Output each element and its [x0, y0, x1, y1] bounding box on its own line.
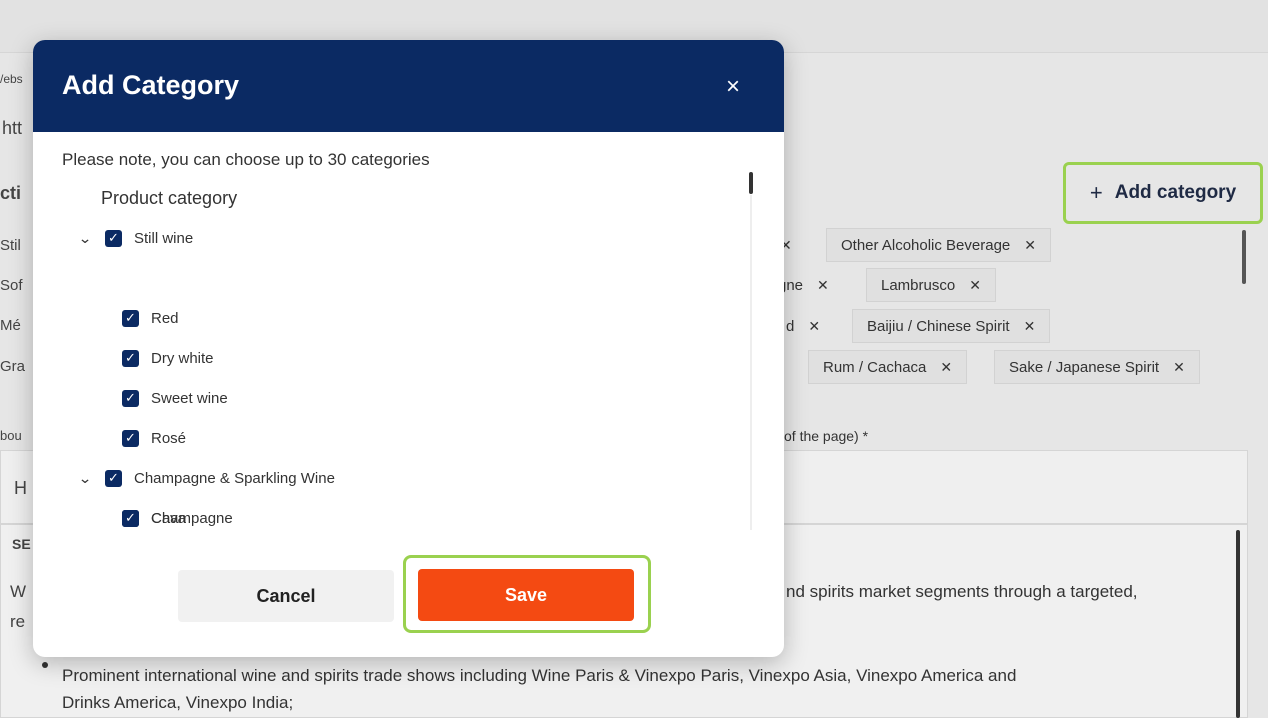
chevron-down-icon[interactable]: ⌄ — [78, 230, 92, 247]
checkbox-checked[interactable]: ✓ — [105, 229, 122, 247]
chip-label: Rum / Cachaca — [823, 358, 927, 376]
category-limit-note: Please note, you can choose up to 30 cat… — [62, 150, 430, 169]
chip-label: Sake / Japanese Spirit — [1009, 358, 1160, 376]
plus-icon: + — [1089, 180, 1103, 205]
remove-chip-icon[interactable]: ✕ — [940, 359, 952, 376]
item-label: Dry white — [151, 349, 214, 367]
add-category-button[interactable]: + Add category — [1063, 162, 1263, 224]
item-label: Red — [151, 309, 179, 327]
chip-clip-1: Stil — [0, 237, 21, 254]
checkbox-checked[interactable]: ✓ — [122, 509, 139, 527]
close-icon[interactable]: × — [721, 73, 745, 101]
group-label: Champagne & Sparkling Wine — [134, 469, 335, 487]
group-label: Still wine — [134, 229, 194, 247]
chip-label: Other Alcoholic Beverage — [841, 236, 1011, 254]
tree-item-row[interactable]: ✓ Rosé — [122, 426, 186, 450]
modal-title: Add Category — [62, 70, 240, 100]
remove-chip-icon[interactable]: ✕ — [1024, 318, 1036, 335]
tree-group-row[interactable]: ⌄ ✓ Still wine — [78, 226, 194, 250]
editor-line-clip-2: re — [10, 612, 26, 631]
modal-scrollbar[interactable] — [749, 172, 753, 194]
chip-clip-4: Gra — [0, 358, 26, 375]
remove-chip-icon[interactable]: ✕ — [808, 318, 820, 335]
scroll-track — [750, 195, 752, 530]
remove-chip-icon[interactable]: ✕ — [1024, 237, 1036, 254]
chevron-down-icon[interactable]: ⌄ — [78, 470, 92, 487]
add-category-modal: Add Category × Please note, you can choo… — [33, 40, 784, 657]
tree-group-row[interactable]: ⌄ ✓ Champagne & Sparkling Wine — [78, 466, 335, 490]
category-chip: Lambrusco ✕ — [866, 268, 996, 302]
editor-heading-clip: SE — [12, 536, 31, 552]
modal-header: Add Category × — [33, 40, 784, 132]
title-input-clip: H — [14, 478, 27, 498]
tree-item-row[interactable]: ✓ Champagne — [122, 506, 233, 530]
item-label: Rosé — [151, 429, 187, 447]
chip-label: d — [786, 317, 795, 335]
tree-item-row[interactable]: ✓ Red — [122, 306, 179, 330]
remove-chip-icon[interactable]: ✕ — [969, 277, 981, 294]
checkbox-checked[interactable]: ✓ — [122, 389, 139, 407]
editor-scrollbar[interactable] — [1236, 530, 1240, 718]
website-value-clip: htt — [2, 118, 23, 138]
editor-line-clip: W — [10, 582, 27, 601]
item-label: Sweet wine — [151, 389, 228, 407]
remove-chip-icon[interactable]: ✕ — [817, 277, 829, 294]
chip-clip-2: Sof — [0, 277, 23, 294]
website-label-clip: /ebs — [0, 72, 23, 86]
checkbox-checked[interactable]: ✓ — [122, 429, 139, 447]
checkbox-checked[interactable]: ✓ — [122, 349, 139, 367]
category-chip-clip: gne ✕ — [778, 268, 829, 302]
add-category-label: Add category — [1114, 182, 1237, 203]
save-button[interactable]: Save — [418, 569, 634, 621]
item-label: Champagne — [151, 509, 233, 527]
bullet-dot — [42, 662, 48, 668]
remove-chip-icon[interactable]: ✕ — [1173, 359, 1185, 376]
editor-bullet-text: Prominent international wine and spirits… — [62, 666, 1017, 685]
chip-label: Lambrusco — [881, 276, 956, 294]
checkbox-checked[interactable]: ✓ — [122, 309, 139, 327]
checkbox-checked[interactable]: ✓ — [105, 469, 122, 487]
category-chip: Baijiu / Chinese Spirit ✕ — [852, 309, 1051, 343]
tree-item-row[interactable]: ✓ Sweet wine — [122, 386, 228, 410]
category-chip: Sake / Japanese Spirit ✕ — [994, 350, 1200, 384]
field-label-tail: of the page) * — [784, 428, 869, 444]
chip-list-scrollbar[interactable] — [1242, 230, 1246, 284]
editor-paragraph-tail: nd spirits market segments through a tar… — [786, 582, 1138, 601]
cancel-button[interactable]: Cancel — [178, 570, 394, 622]
tree-item-row[interactable]: ✓ Dry white — [122, 346, 214, 370]
category-chip: Other Alcoholic Beverage ✕ — [826, 228, 1051, 262]
section-heading-clip: cti — [0, 183, 22, 203]
category-tree: Product category ⌄ ✓ Still wine ✓ Red ✓ … — [33, 180, 748, 530]
chip-label: Baijiu / Chinese Spirit — [867, 317, 1010, 335]
category-chip-clip: d ✕ — [786, 309, 820, 343]
field-label-clip: bou — [0, 428, 22, 443]
editor-bullet-text-2: Drinks America, Vinexpo India; — [62, 693, 294, 712]
chip-clip-3: Mé — [0, 317, 21, 334]
category-chip: Rum / Cachaca ✕ — [808, 350, 968, 384]
tree-heading: Product category — [101, 188, 238, 208]
